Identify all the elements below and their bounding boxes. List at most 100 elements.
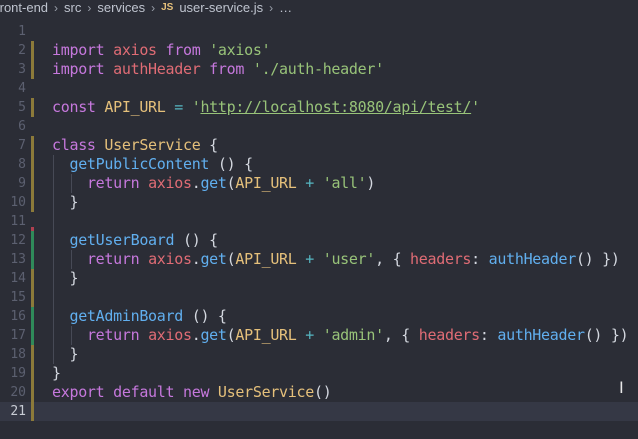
indent-guide: [71, 326, 72, 345]
indent-guide: [53, 155, 54, 364]
breadcrumb-item-services[interactable]: services: [97, 0, 145, 15]
code-text: getAdminBoard () {: [52, 307, 226, 326]
line-number: 16: [10, 309, 26, 324]
code-token: axios: [148, 174, 192, 192]
git-modified-marker[interactable]: [31, 364, 34, 383]
code-token: http://localhost:8080/api/test/: [200, 98, 472, 116]
code-token: +: [305, 326, 314, 344]
code-token: UserService: [217, 383, 314, 401]
code-line[interactable]: 14 }: [0, 269, 638, 288]
code-text: }: [52, 364, 61, 383]
git-modified-marker[interactable]: [31, 98, 34, 117]
code-line[interactable]: 3 import authHeader from './auth-header': [0, 60, 638, 79]
code-token: +: [305, 174, 314, 192]
code-token: API_URL: [235, 326, 297, 344]
git-added-marker[interactable]: [31, 326, 34, 345]
line-number: 4: [18, 81, 26, 96]
code-token: ): [366, 174, 376, 192]
breadcrumb-item-file[interactable]: user-service.js: [179, 0, 263, 15]
code-line[interactable]: 11: [0, 212, 638, 231]
code-line[interactable]: 6: [0, 117, 638, 136]
code-line[interactable]: 20 export default new UserService(): [0, 383, 638, 402]
git-modified-marker[interactable]: [31, 345, 34, 364]
code-token: API_URL: [104, 98, 166, 116]
code-token: get: [200, 326, 227, 344]
code-token: 'admin': [322, 326, 384, 344]
breadcrumb-item-front-end[interactable]: front-end: [0, 0, 48, 15]
code-line[interactable]: 1: [0, 22, 638, 41]
code-text: class UserService {: [52, 136, 218, 155]
line-number: 19: [10, 366, 26, 381]
git-modified-marker[interactable]: [31, 269, 34, 288]
code-token: API_URL: [235, 250, 297, 268]
code-token: UserService: [104, 136, 201, 154]
code-token: class: [52, 136, 96, 154]
code-line[interactable]: 9 return axios.get(API_URL + 'all'): [0, 174, 638, 193]
code-token: () {: [174, 231, 218, 249]
line-number: 1: [18, 24, 26, 39]
git-modified-marker[interactable]: [31, 60, 34, 79]
code-token: get: [200, 174, 227, 192]
breadcrumb-item-symbols[interactable]: …: [279, 0, 292, 15]
code-text: getUserBoard () {: [52, 231, 218, 250]
code-line[interactable]: 18 }: [0, 345, 638, 364]
git-added-marker[interactable]: [31, 307, 34, 326]
code-token: from: [165, 41, 201, 59]
git-modified-marker[interactable]: [31, 193, 34, 212]
code-line[interactable]: 15: [0, 288, 638, 307]
code-token: }: [52, 193, 79, 211]
code-token: () }): [584, 326, 629, 344]
code-line[interactable]: 19}: [0, 364, 638, 383]
code-line[interactable]: 5 const API_URL = 'http://localhost:8080/…: [0, 98, 638, 117]
code-editor[interactable]: 1 2 import axios from 'axios' 3 import authH…: [0, 20, 638, 439]
code-token: ': [471, 98, 480, 116]
code-line[interactable]: 2 import axios from 'axios': [0, 41, 638, 60]
git-modified-marker[interactable]: [31, 155, 34, 174]
code-line[interactable]: 13 return axios.get(API_URL + 'user', { …: [0, 250, 638, 269]
code-text: getPublicContent () {: [52, 155, 253, 174]
git-modified-marker[interactable]: [31, 383, 34, 402]
git-modified-marker[interactable]: [31, 402, 34, 421]
git-modified-marker[interactable]: [31, 41, 34, 60]
code-line[interactable]: 8 getPublicContent () {: [0, 155, 638, 174]
code-token: authHeader: [113, 60, 201, 78]
code-token: getAdminBoard: [69, 307, 183, 325]
line-number: 3: [18, 62, 26, 77]
code-token: :: [471, 250, 489, 268]
git-modified-marker[interactable]: [31, 174, 34, 193]
code-line[interactable]: 12 getUserBoard () {: [0, 231, 638, 250]
breadcrumb-item-src[interactable]: src: [64, 0, 81, 15]
code-line[interactable]: 21: [0, 402, 638, 421]
code-token: get: [200, 250, 227, 268]
code-text: return axios.get(API_URL + 'all'): [52, 174, 375, 193]
git-added-marker[interactable]: [31, 250, 34, 269]
line-number: 17: [10, 328, 26, 343]
code-token: headers: [418, 326, 480, 344]
code-text: import authHeader from './auth-header': [52, 60, 384, 79]
git-added-marker[interactable]: [31, 231, 34, 250]
code-token: return: [86, 326, 140, 344]
code-token: getUserBoard: [69, 231, 175, 249]
chevron-right-icon: ›: [269, 0, 274, 15]
git-modified-marker[interactable]: [31, 136, 34, 155]
git-modified-marker[interactable]: [31, 288, 34, 307]
code-line[interactable]: 4: [0, 79, 638, 98]
text-cursor-icon: I: [619, 378, 624, 397]
line-number: 5: [18, 100, 26, 115]
code-text: import axios from 'axios': [52, 41, 271, 60]
code-line[interactable]: 16 getAdminBoard () {: [0, 307, 638, 326]
code-line[interactable]: 10 }: [0, 193, 638, 212]
code-line[interactable]: 17 return axios.get(API_URL + 'admin', {…: [0, 326, 638, 345]
code-line[interactable]: 7 class UserService {: [0, 136, 638, 155]
code-text: }: [52, 345, 78, 364]
breadcrumb: front-end › src › services › JS user-ser…: [0, 0, 638, 15]
